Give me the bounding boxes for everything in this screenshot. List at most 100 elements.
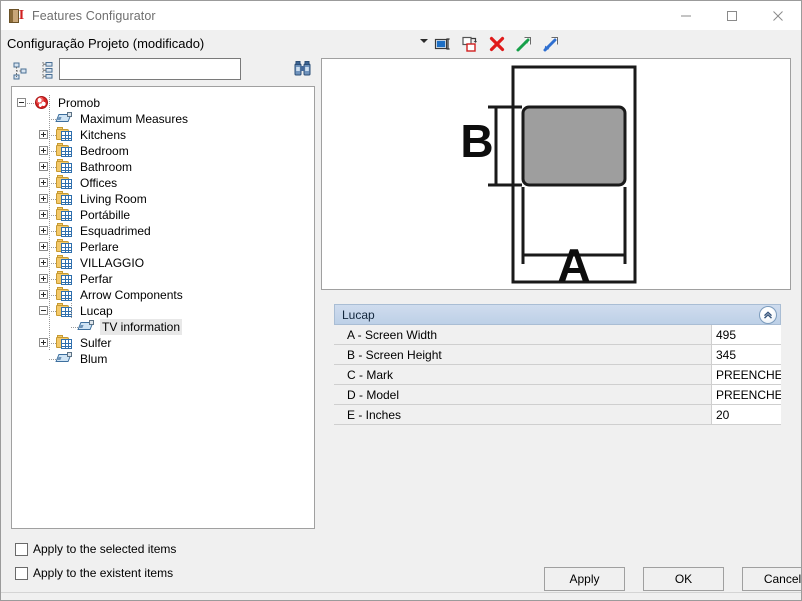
window-controls [663,1,801,30]
tree-node[interactable]: Perfar [12,271,314,287]
tree-node[interactable]: Portábille [12,207,314,223]
tree-connector [49,135,56,136]
apply-button[interactable]: Apply [544,567,625,591]
properties-group-header[interactable]: Lucap [334,304,781,325]
tree-connector [49,311,56,312]
tree-node[interactable]: Perlare [12,239,314,255]
tree-connector [49,199,56,200]
property-row[interactable]: A - Screen Width 495 [334,325,781,345]
folder-icon [56,271,73,286]
expand-node-icon[interactable] [39,242,48,251]
cancel-button[interactable]: Cancel [742,567,801,591]
property-name: E - Inches [347,407,402,422]
close-button[interactable] [755,1,801,30]
expand-node-icon[interactable] [39,146,48,155]
expand-node-icon[interactable] [39,162,48,171]
property-value[interactable]: 495 [711,325,781,344]
apply-to-selected-items-checkbox[interactable]: Apply to the selected items [15,542,176,556]
tree-node-label: Lucap [80,304,113,318]
tree-connector [49,343,56,344]
tag-icon [77,319,95,333]
property-name: D - Model [347,387,400,402]
property-name: A - Screen Width [347,327,438,342]
ok-button[interactable]: OK [643,567,724,591]
features-configurator-window: I Features Configurator Configuração Pro… [0,0,802,601]
folder-icon [56,335,73,350]
expand-node-icon[interactable] [39,178,48,187]
folder-icon [56,239,73,254]
tree-node[interactable]: Arrow Components [12,287,314,303]
folder-icon [56,175,73,190]
export-configuration-icon[interactable] [515,35,533,53]
features-tree[interactable]: Promob Maximum Measures Kitchens Bedroom Bat… [11,86,315,529]
import-configuration-icon[interactable] [542,35,560,53]
app-icon: I [9,8,25,24]
expand-all-icon[interactable] [39,61,58,80]
apply-to-selected-items-label: Apply to the selected items [33,542,177,556]
expand-node-icon[interactable] [39,338,48,347]
delete-configuration-icon[interactable] [488,35,506,53]
duplicate-configuration-icon[interactable] [461,35,479,53]
tree-node[interactable]: Bedroom [12,143,314,159]
tree-node[interactable]: TV information [12,319,314,335]
tree-node[interactable]: Maximum Measures [12,111,314,127]
expand-node-icon[interactable] [39,210,48,219]
expand-node-icon[interactable] [39,130,48,139]
status-bar [1,592,801,600]
property-value[interactable]: PREENCHER [711,365,781,384]
tree-connector [49,151,56,152]
configuration-combobox[interactable]: Configuração Projeto (modificado) [1,30,434,57]
tree-connector [49,263,56,264]
tree-node[interactable]: Promob [12,95,314,111]
configuration-row: Configuração Projeto (modificado) [1,30,801,57]
chevron-down-icon [420,39,428,43]
tag-icon [55,351,73,365]
chevron-up-icon[interactable] [759,306,777,324]
maximize-button[interactable] [709,1,755,30]
tree-connector [49,167,56,168]
folder-icon [56,127,73,142]
property-row[interactable]: D - Model PREENCHER [334,385,781,405]
apply-to-existent-items-checkbox[interactable]: Apply to the existent items [15,566,173,580]
minimize-button[interactable] [663,1,709,30]
collapse-node-icon[interactable] [39,306,48,315]
expand-node-icon[interactable] [39,274,48,283]
property-value[interactable]: 345 [711,345,781,364]
properties-grid: Lucap A - Screen Width 495 B - Screen Heig… [334,304,781,430]
tree-node-label: VILLAGGIO [80,256,145,270]
expand-node-icon[interactable] [39,226,48,235]
collapse-node-icon[interactable] [17,98,26,107]
collapse-all-icon[interactable] [13,61,32,80]
tree-node[interactable]: Sulfer [12,335,314,351]
binoculars-icon[interactable] [292,59,314,79]
folder-icon [56,159,73,174]
tree-node[interactable]: Blum [12,351,314,367]
property-value[interactable]: 20 [711,405,781,424]
tag-icon [55,111,73,125]
expand-node-icon[interactable] [39,258,48,267]
property-row[interactable]: C - Mark PREENCHER [334,365,781,385]
tree-node[interactable]: Offices [12,175,314,191]
checkbox-box[interactable] [15,542,28,556]
tree-connector [49,295,56,296]
checkbox-box[interactable] [15,566,28,580]
property-value[interactable]: PREENCHER [711,385,781,404]
expand-node-icon[interactable] [39,290,48,299]
search-input[interactable] [59,58,241,80]
tree-node[interactable]: VILLAGGIO [12,255,314,271]
folder-icon [56,207,73,222]
expand-node-icon[interactable] [39,194,48,203]
tree-node[interactable]: Esquadrimed [12,223,314,239]
tree-connector [27,103,34,104]
window-title: Features Configurator [32,8,156,23]
property-row[interactable]: E - Inches 20 [334,405,781,425]
rename-configuration-icon[interactable] [434,35,452,53]
tree-node[interactable]: Kitchens [12,127,314,143]
property-row[interactable]: B - Screen Height 345 [334,345,781,365]
configuration-selected-label: Configuração Projeto (modificado) [7,36,205,51]
tree-node[interactable]: Living Room [12,191,314,207]
preview-panel: B A [321,58,791,290]
tree-node[interactable]: Lucap [12,303,314,319]
tree-node[interactable]: Bathroom [12,159,314,175]
globe-icon [34,95,50,110]
